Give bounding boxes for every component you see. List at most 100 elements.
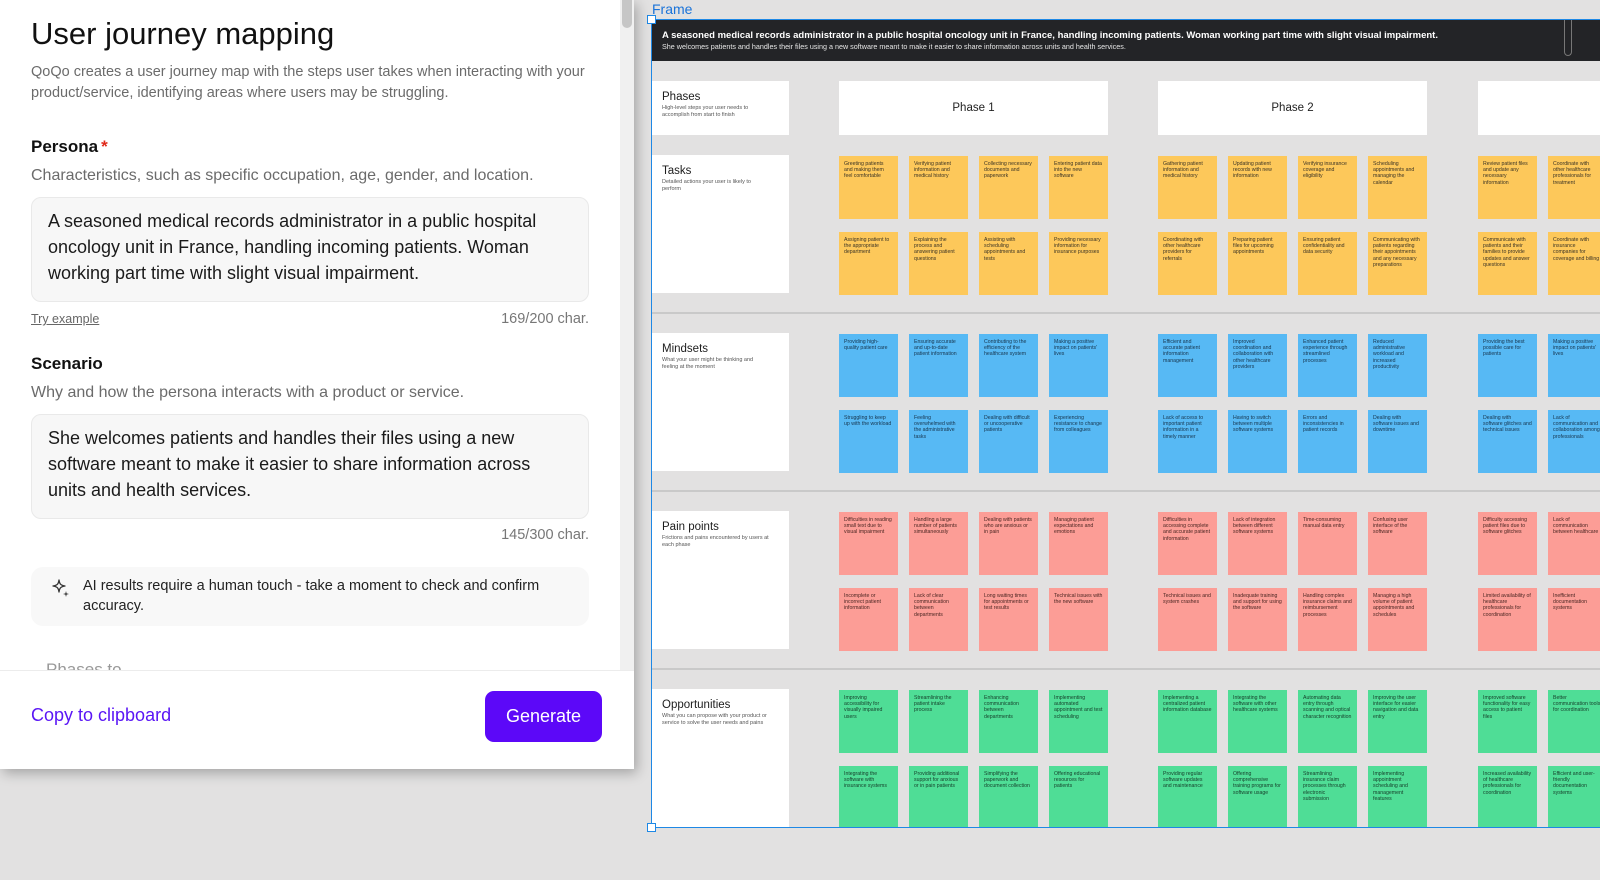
sticky-note-opps[interactable]: Better communication tools for coordinat… (1548, 690, 1600, 753)
sticky-note-pains[interactable]: Time-consuming manual data entry (1298, 512, 1357, 575)
sticky-note-tasks[interactable]: Coordinate with insurance companies for … (1548, 232, 1600, 295)
sticky-note-mindsets[interactable]: Having to switch between multiple softwa… (1228, 410, 1287, 473)
phase-box-2[interactable]: Phase 2 (1158, 81, 1427, 135)
sticky-note-tasks[interactable]: Assisting with scheduling appointments a… (979, 232, 1038, 295)
sticky-note-mindsets[interactable]: Lack of communication and collaboration … (1548, 410, 1600, 473)
sticky-note-opps[interactable]: Implementing appointment scheduling and … (1368, 766, 1427, 827)
sticky-note-pains[interactable]: Handling complex insurance claims and re… (1298, 588, 1357, 651)
sticky-note-mindsets[interactable]: Lack of access to important patient info… (1158, 410, 1217, 473)
sticky-note-mindsets[interactable]: Making a positive impact on patients' li… (1548, 334, 1600, 397)
sticky-note-opps[interactable]: Increased availability of healthcare pro… (1478, 766, 1537, 827)
phase-box-3[interactable] (1478, 81, 1600, 135)
sticky-note-mindsets[interactable]: Providing the best possible care for pat… (1478, 334, 1537, 397)
sticky-note-tasks[interactable]: Review patient files and update any nece… (1478, 156, 1537, 219)
sticky-note-pains[interactable]: Lack of clear communication between depa… (909, 588, 968, 651)
sticky-note-mindsets[interactable]: Enhanced patient experience through stre… (1298, 334, 1357, 397)
sticky-note-opps[interactable]: Providing regular software updates and m… (1158, 766, 1217, 827)
sticky-note-opps[interactable]: Integrating the software with other heal… (1228, 690, 1287, 753)
sticky-note-opps[interactable]: Providing additional support for anxious… (909, 766, 968, 827)
sticky-note-pains[interactable]: Lack of integration between different so… (1228, 512, 1287, 575)
sticky-note-pains[interactable]: Difficulties in reading small text due t… (839, 512, 898, 575)
sticky-note-opps[interactable]: Implementing automated appointment and t… (1049, 690, 1108, 753)
sticky-note-tasks[interactable]: Explaining the process and answering pat… (909, 232, 968, 295)
sticky-note-mindsets[interactable]: Dealing with software glitches and techn… (1478, 410, 1537, 473)
sticky-note-opps[interactable]: Simplifying the paperwork and document c… (979, 766, 1038, 827)
sticky-note-tasks[interactable]: Ensuring patient confidentiality and dat… (1298, 232, 1357, 295)
scenario-input[interactable]: She welcomes patients and handles their … (31, 414, 589, 519)
sticky-note-tasks[interactable]: Gathering patient information and medica… (1158, 156, 1217, 219)
sticky-note-tasks[interactable]: Verifying insurance coverage and eligibi… (1298, 156, 1357, 219)
sticky-note-tasks[interactable]: Entering patient data into the new softw… (1049, 156, 1108, 219)
resize-handle-bottom-left[interactable] (647, 823, 656, 832)
try-example-link[interactable]: Try example (31, 312, 99, 326)
sticky-note-tasks[interactable]: Updating patient records with new inform… (1228, 156, 1287, 219)
banner-scenario: She welcomes patients and handles their … (662, 42, 1126, 51)
sticky-note-tasks[interactable]: Communicating with patients regarding th… (1368, 232, 1427, 295)
sticky-note-tasks[interactable]: Greeting patients and making them feel c… (839, 156, 898, 219)
sticky-note-opps[interactable]: Integrating the software with insurance … (839, 766, 898, 827)
sticky-note-pains[interactable]: Difficulties in accessing complete and a… (1158, 512, 1217, 575)
sticky-note-pains[interactable]: Limited availability of healthcare profe… (1478, 588, 1537, 651)
lane-label-opportunities: Opportunities What you can propose with … (652, 689, 789, 827)
sticky-note-mindsets[interactable]: Experiencing resistance to change from c… (1049, 410, 1108, 473)
sticky-note-tasks[interactable]: Providing necessary information for insu… (1049, 232, 1108, 295)
generate-button[interactable]: Generate (485, 691, 602, 742)
sticky-note-mindsets[interactable]: Dealing with difficult or uncooperative … (979, 410, 1038, 473)
frame-label[interactable]: Frame (652, 1, 692, 17)
resize-handle-top-left[interactable] (647, 15, 656, 24)
sticky-note-tasks[interactable]: Communicate with patients and their fami… (1478, 232, 1537, 295)
sticky-note-tasks[interactable]: Assigning patient to the appropriate dep… (839, 232, 898, 295)
copy-to-clipboard-button[interactable]: Copy to clipboard (31, 705, 171, 726)
journey-map-frame[interactable]: A seasoned medical records administrator… (651, 19, 1600, 828)
sticky-note-opps[interactable]: Offering comprehensive training programs… (1228, 766, 1287, 827)
sticky-note-pains[interactable]: Inefficient documentation systems (1548, 588, 1600, 651)
sticky-note-mindsets[interactable]: Providing high-quality patient care (839, 334, 898, 397)
banner-scrollbar[interactable] (1564, 20, 1572, 56)
sticky-note-pains[interactable]: Difficulty accessing patient files due t… (1478, 512, 1537, 575)
sticky-note-mindsets[interactable]: Ensuring accurate and up-to-date patient… (909, 334, 968, 397)
sticky-note-tasks[interactable]: Preparing patient files for upcoming app… (1228, 232, 1287, 295)
sticky-note-pains[interactable]: Handling a large number of patients simu… (909, 512, 968, 575)
sticky-note-mindsets[interactable]: Struggling to keep up with the workload (839, 410, 898, 473)
panel-scroll-area[interactable]: User journey mapping QoQo creates a user… (0, 0, 634, 670)
sticky-note-mindsets[interactable]: Efficient and accurate patient informati… (1158, 334, 1217, 397)
lane-divider (652, 668, 1600, 670)
panel-scrollbar-thumb[interactable] (622, 0, 632, 28)
sticky-note-tasks[interactable]: Coordinate with other healthcare profess… (1548, 156, 1600, 219)
sticky-note-pains[interactable]: Confusing user interface of the software (1368, 512, 1427, 575)
sticky-note-opps[interactable]: Automating data entry through scanning a… (1298, 690, 1357, 753)
sticky-note-opps[interactable]: Implementing a centralized patient infor… (1158, 690, 1217, 753)
lane-title: Tasks (662, 165, 692, 177)
sticky-note-opps[interactable]: Efficient and user-friendly documentatio… (1548, 766, 1600, 827)
sticky-note-tasks[interactable]: Coordinating with other healthcare provi… (1158, 232, 1217, 295)
sticky-note-pains[interactable]: Technical issues and system crashes (1158, 588, 1217, 651)
sticky-note-mindsets[interactable]: Errors and inconsistencies in patient re… (1298, 410, 1357, 473)
sticky-note-pains[interactable]: Dealing with patients who are anxious or… (979, 512, 1038, 575)
sticky-note-tasks[interactable]: Collecting necessary documents and paper… (979, 156, 1038, 219)
sticky-note-mindsets[interactable]: Improved coordination and collaboration … (1228, 334, 1287, 397)
sticky-note-mindsets[interactable]: Reduced administrative workload and incr… (1368, 334, 1427, 397)
sticky-note-mindsets[interactable]: Feeling overwhelmed with the administrat… (909, 410, 968, 473)
sticky-note-opps[interactable]: Streamlining the patient intake process (909, 690, 968, 753)
sticky-note-pains[interactable]: Lack of communication between healthcare (1548, 512, 1600, 575)
sticky-note-mindsets[interactable]: Dealing with software issues and downtim… (1368, 410, 1427, 473)
sticky-note-opps[interactable]: Streamlining insurance claim processes t… (1298, 766, 1357, 827)
sticky-note-pains[interactable]: Managing a high volume of patient appoin… (1368, 588, 1427, 651)
sticky-note-opps[interactable]: Improving accessibility for visually imp… (839, 690, 898, 753)
panel-scrollbar[interactable] (620, 0, 634, 670)
sticky-note-tasks[interactable]: Scheduling appointments and managing the… (1368, 156, 1427, 219)
sticky-note-pains[interactable]: Technical issues with the new software (1049, 588, 1108, 651)
sticky-note-pains[interactable]: Managing patient expectations and emotio… (1049, 512, 1108, 575)
sticky-note-pains[interactable]: Long waiting times for appointments or t… (979, 588, 1038, 651)
sticky-note-pains[interactable]: Inadequate training and support for usin… (1228, 588, 1287, 651)
phase-box-1[interactable]: Phase 1 (839, 81, 1108, 135)
sticky-note-pains[interactable]: Incomplete or incorrect patient informat… (839, 588, 898, 651)
sticky-note-opps[interactable]: Enhancing communication between departme… (979, 690, 1038, 753)
sticky-note-opps[interactable]: Offering educational resources for patie… (1049, 766, 1108, 827)
sticky-note-tasks[interactable]: Verifying patient information and medica… (909, 156, 968, 219)
sticky-note-opps[interactable]: Improving the user interface for easier … (1368, 690, 1427, 753)
sticky-note-mindsets[interactable]: Contributing to the efficiency of the he… (979, 334, 1038, 397)
sticky-note-opps[interactable]: Improved software functionality for easy… (1478, 690, 1537, 753)
persona-input[interactable]: A seasoned medical records administrator… (31, 197, 589, 302)
sticky-note-mindsets[interactable]: Making a positive impact on patients' li… (1049, 334, 1108, 397)
